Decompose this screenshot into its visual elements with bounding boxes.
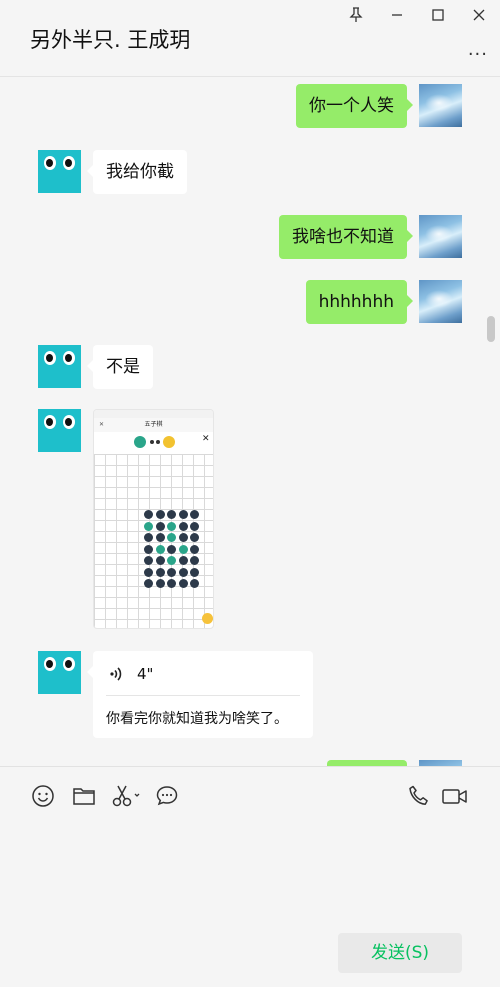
input-area: 发送(S) xyxy=(0,766,500,987)
gomoku-stone xyxy=(178,510,188,519)
contact-avatar[interactable] xyxy=(38,651,81,694)
phone-icon[interactable] xyxy=(406,783,432,809)
send-button[interactable]: 发送(S) xyxy=(338,933,462,973)
gomoku-stone xyxy=(178,567,188,577)
close-icon[interactable] xyxy=(467,4,491,26)
gomoku-stone xyxy=(155,544,165,554)
screenshot-status-bar xyxy=(94,410,213,418)
gomoku-stone xyxy=(155,533,165,542)
message-item: hhhhhhh xyxy=(0,280,500,324)
voice-message[interactable]: 4" 你看完你就知道我为啥笑了。 xyxy=(87,651,313,738)
gomoku-stone xyxy=(155,510,165,519)
gomoku-stone xyxy=(144,544,153,554)
title-bar: 另外半只. 王成玥 ··· xyxy=(0,0,500,77)
message-item: 我给你截 xyxy=(0,150,500,194)
message-item: 我啥也不知道 xyxy=(0,215,500,259)
message-bubble[interactable]: 我啥也不知道 xyxy=(279,215,413,259)
gomoku-stone xyxy=(155,579,165,588)
message-item: 4" 你看完你就知道我为啥笑了。 xyxy=(0,651,500,738)
gomoku-stone xyxy=(155,556,165,565)
gomoku-stone xyxy=(144,533,153,542)
chat-history-icon[interactable] xyxy=(154,783,180,809)
my-avatar[interactable] xyxy=(419,280,462,323)
chat-title: 另外半只. 王成玥 xyxy=(30,28,191,52)
screenshot-app-title: 五子棋 xyxy=(144,421,163,428)
folder-icon[interactable] xyxy=(71,783,97,809)
message-item: 不是 xyxy=(0,345,500,389)
screenshot-close-icon: ✕ xyxy=(99,421,105,428)
scissors-icon[interactable] xyxy=(111,783,141,809)
divider xyxy=(106,695,300,696)
message-bubble[interactable]: 你一个人笑 xyxy=(296,84,413,128)
scrollbar-thumb[interactable] xyxy=(487,316,495,342)
gomoku-stone xyxy=(190,567,199,577)
my-avatar[interactable] xyxy=(419,215,462,258)
voice-playback[interactable]: 4" xyxy=(109,663,153,685)
message-item: ✕ 五子棋 ✕ xyxy=(0,409,500,631)
message-list[interactable]: 你一个人笑 我给你截 我啥也不知道 hhhhhhh 不是 ✕ 五子棋 ✕ 4" … xyxy=(0,78,500,766)
message-item: 你一个人笑 xyxy=(0,84,500,128)
voice-wave-icon xyxy=(110,667,122,681)
gomoku-stone xyxy=(178,521,188,531)
video-call-icon[interactable] xyxy=(441,783,469,809)
gomoku-stone xyxy=(144,510,153,519)
gomoku-stone xyxy=(190,510,199,519)
gomoku-stone xyxy=(190,556,199,565)
gomoku-stone xyxy=(178,579,188,588)
emoji-sticker xyxy=(202,613,213,624)
gomoku-stone xyxy=(190,533,199,542)
my-avatar[interactable] xyxy=(419,84,462,127)
gomoku-stone xyxy=(190,544,199,554)
gomoku-stone xyxy=(167,510,176,519)
screenshot-players: ✕ xyxy=(94,432,213,452)
emoji-icon[interactable] xyxy=(30,783,56,809)
message-bubble[interactable]: 我给你截 xyxy=(87,150,187,194)
gomoku-stone xyxy=(167,579,176,588)
gomoku-stone xyxy=(190,579,199,588)
gomoku-stone xyxy=(167,544,176,554)
gomoku-stone xyxy=(167,521,176,531)
contact-avatar[interactable] xyxy=(38,409,81,452)
gomoku-stone xyxy=(178,544,188,554)
gomoku-stone xyxy=(144,521,153,531)
contact-avatar[interactable] xyxy=(38,150,81,193)
more-options-icon[interactable]: ··· xyxy=(468,44,488,65)
screenshot-header: ✕ 五子棋 xyxy=(94,418,213,432)
gomoku-stone xyxy=(144,567,153,577)
gomoku-stone xyxy=(167,556,176,565)
message-bubble[interactable]: 不是 xyxy=(87,345,153,389)
gomoku-stone xyxy=(178,556,188,565)
maximize-icon[interactable] xyxy=(426,4,450,26)
contact-avatar[interactable] xyxy=(38,345,81,388)
voice-transcript: 你看完你就知道我为啥笑了。 xyxy=(106,711,288,727)
gomoku-stone xyxy=(167,533,176,542)
voice-duration: 4" xyxy=(137,665,154,683)
gomoku-stone xyxy=(155,567,165,577)
gomoku-stone xyxy=(144,579,153,588)
message-bubble[interactable]: hhhhhhh xyxy=(305,280,414,324)
pin-icon[interactable] xyxy=(344,4,368,26)
gomoku-stone xyxy=(144,556,153,565)
gomoku-stone xyxy=(190,521,199,531)
gomoku-stone xyxy=(167,567,176,577)
gomoku-stone xyxy=(178,533,188,542)
gomoku-stone xyxy=(155,521,165,531)
image-message[interactable]: ✕ 五子棋 ✕ xyxy=(93,409,214,629)
minimize-icon[interactable] xyxy=(385,4,409,26)
